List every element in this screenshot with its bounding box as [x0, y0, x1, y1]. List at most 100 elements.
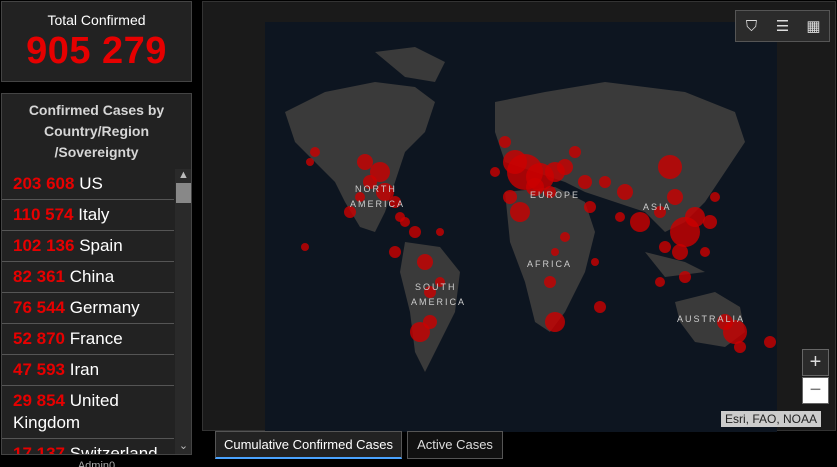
world-map[interactable]: NORTH AMERICA EUROPE ASIA AFRICA SOUTH A…: [265, 22, 777, 432]
label-africa: AFRICA: [527, 259, 572, 269]
case-bubble[interactable]: [584, 201, 596, 213]
case-bubble[interactable]: [357, 154, 373, 170]
country-name: Italy: [78, 205, 110, 224]
case-bubble[interactable]: [685, 207, 705, 227]
map-attribution: Esri, FAO, NOAA: [721, 411, 822, 427]
case-bubble[interactable]: [578, 175, 592, 189]
case-count: 17 137: [13, 444, 65, 455]
case-bubble[interactable]: [306, 158, 314, 166]
total-confirmed-label: Total Confirmed: [47, 12, 146, 28]
tab-active-cases[interactable]: Active Cases: [407, 431, 503, 459]
basemap-gallery-icon[interactable]: ▦: [798, 11, 829, 41]
case-bubble[interactable]: [389, 246, 401, 258]
case-bubble[interactable]: [658, 155, 682, 179]
label-asia: ASIA: [643, 202, 672, 212]
label-south-america: AMERICA: [411, 297, 466, 307]
country-list: 203 608 US 110 574 Italy 102 136 Spain 82 3…: [2, 169, 174, 455]
case-bubble[interactable]: [503, 190, 517, 204]
title-line-1: Confirmed Cases by: [28, 102, 165, 118]
case-bubble[interactable]: [310, 147, 320, 157]
tab-cumulative-confirmed[interactable]: Cumulative Confirmed Cases: [215, 431, 402, 459]
map-canvas: NORTH AMERICA EUROPE ASIA AFRICA SOUTH A…: [285, 47, 776, 372]
country-name: Germany: [69, 298, 140, 317]
case-bubble[interactable]: [734, 341, 746, 353]
legend-list-icon[interactable]: ☰: [767, 11, 798, 41]
case-bubble[interactable]: [630, 212, 650, 232]
case-bubble[interactable]: [655, 277, 665, 287]
case-bubble[interactable]: [544, 276, 556, 288]
country-name: China: [69, 267, 115, 286]
list-item[interactable]: 102 136 Spain: [2, 231, 174, 262]
case-bubble[interactable]: [617, 184, 633, 200]
case-bubble[interactable]: [591, 258, 599, 266]
admin-footer: Admin0: [77, 460, 116, 467]
case-count: 203 608: [13, 174, 75, 193]
list-item[interactable]: 203 608 US: [2, 169, 174, 200]
case-bubble[interactable]: [700, 247, 710, 257]
case-bubble[interactable]: [301, 243, 309, 251]
case-bubble[interactable]: [764, 336, 776, 348]
scroll-up-icon[interactable]: ▲: [175, 169, 191, 181]
list-item[interactable]: 52 870 France: [2, 324, 174, 355]
list-scrollbar[interactable]: ▲ ⌄: [175, 169, 191, 454]
case-bubble[interactable]: [615, 212, 625, 222]
zoom-out-button[interactable]: −: [802, 377, 829, 404]
case-bubble[interactable]: [551, 248, 559, 256]
case-bubble[interactable]: [490, 167, 500, 177]
country-list-panel: Confirmed Cases by Country/Region /Sover…: [1, 93, 192, 455]
case-bubble[interactable]: [499, 136, 511, 148]
label-north-america: AMERICA: [350, 199, 405, 209]
list-item[interactable]: 47 593 Iran: [2, 355, 174, 386]
case-bubble[interactable]: [560, 232, 570, 242]
bookmark-icon[interactable]: ⛉: [736, 11, 767, 41]
map-toolbar: ⛉ ☰ ▦: [735, 10, 830, 42]
case-bubble[interactable]: [557, 159, 573, 175]
country-list-title: Confirmed Cases by Country/Region /Sover…: [2, 94, 191, 170]
label-europe: EUROPE: [530, 190, 580, 200]
case-bubble[interactable]: [395, 212, 405, 222]
country-name: Switzerland: [69, 444, 158, 455]
case-bubble[interactable]: [423, 315, 437, 329]
case-count: 76 544: [13, 298, 65, 317]
case-bubble[interactable]: [710, 192, 720, 202]
zoom-in-button[interactable]: +: [802, 349, 829, 376]
country-name: US: [79, 174, 103, 193]
case-bubble[interactable]: [409, 226, 421, 238]
list-item[interactable]: 82 361 China: [2, 262, 174, 293]
case-bubble[interactable]: [672, 244, 688, 260]
scroll-down-icon[interactable]: ⌄: [175, 439, 191, 452]
title-line-2: Country/Region: [44, 123, 149, 139]
case-count: 29 854: [13, 391, 65, 410]
list-item[interactable]: 110 574 Italy: [2, 200, 174, 231]
case-count: 102 136: [13, 236, 75, 255]
list-item[interactable]: 17 137 Switzerland: [2, 439, 174, 455]
case-count: 110 574: [13, 205, 74, 224]
case-bubble[interactable]: [679, 271, 691, 283]
case-bubble[interactable]: [703, 215, 717, 229]
case-bubble[interactable]: [594, 301, 606, 313]
country-name: France: [69, 329, 123, 348]
case-bubble[interactable]: [569, 146, 581, 158]
list-item[interactable]: 29 854 United Kingdom: [2, 386, 174, 439]
scroll-thumb[interactable]: [176, 183, 191, 203]
case-count: 82 361: [13, 267, 65, 286]
label-australia: AUSTRALIA: [677, 314, 745, 324]
total-confirmed-panel: Total Confirmed 905 279: [1, 1, 192, 82]
label-south: SOUTH: [415, 282, 457, 292]
map-panel[interactable]: NORTH AMERICA EUROPE ASIA AFRICA SOUTH A…: [202, 1, 836, 432]
case-bubble[interactable]: [599, 176, 611, 188]
total-confirmed-value: 905 279: [26, 30, 167, 72]
country-name: Iran: [69, 360, 100, 379]
case-bubble[interactable]: [659, 241, 671, 253]
case-count: 47 593: [13, 360, 65, 379]
case-bubble[interactable]: [545, 312, 565, 332]
case-count: 52 870: [13, 329, 65, 348]
title-line-3: /Sovereignty: [54, 144, 139, 160]
case-bubble[interactable]: [417, 254, 433, 270]
list-item[interactable]: 76 544 Germany: [2, 293, 174, 324]
land-greenland: [375, 47, 445, 82]
case-bubble[interactable]: [436, 228, 444, 236]
label-north: NORTH: [355, 184, 397, 194]
country-name: Spain: [79, 236, 123, 255]
case-bubble[interactable]: [510, 202, 530, 222]
